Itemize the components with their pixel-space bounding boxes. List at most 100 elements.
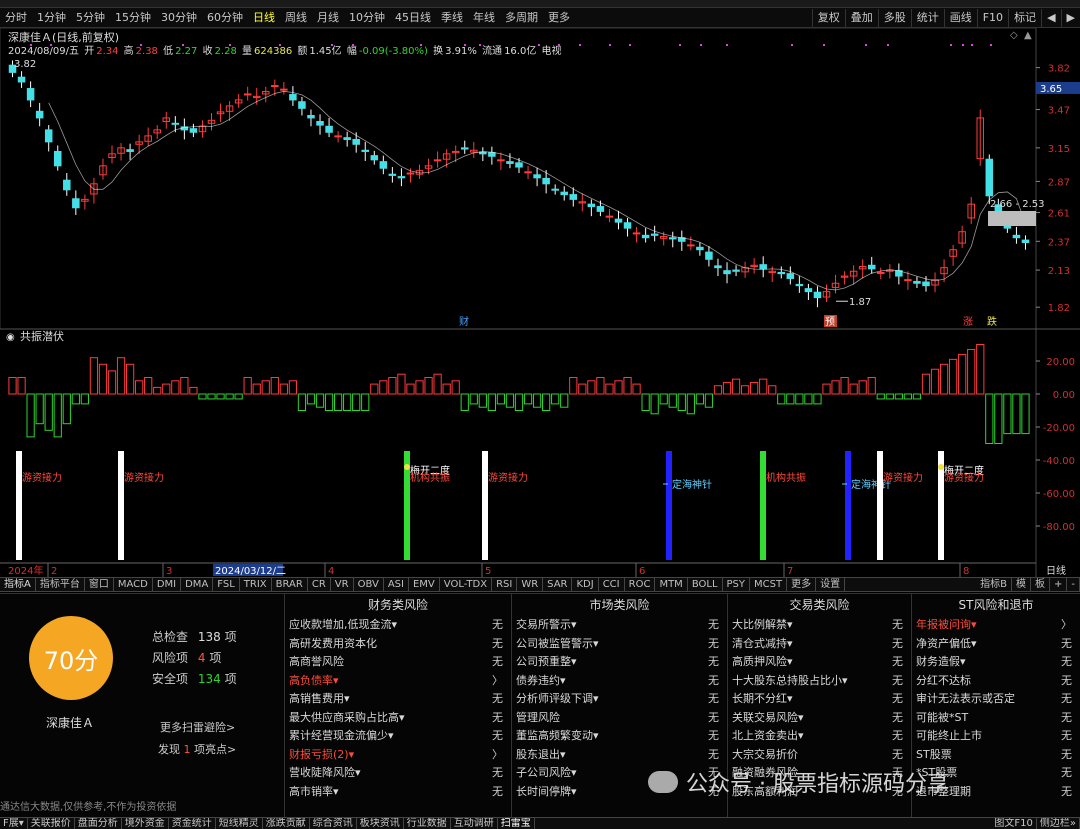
indicator-tab[interactable]: ASI: [384, 578, 409, 591]
pane-settings-icon[interactable]: ◇: [1010, 30, 1018, 41]
rise-event-tag[interactable]: 涨: [963, 316, 973, 328]
risk-item[interactable]: 交易所警示▾ 无: [512, 616, 727, 635]
indicator-tab[interactable]: EMV: [409, 578, 440, 591]
pane-collapse-icon[interactable]: ▲: [1024, 30, 1032, 41]
indicator-tab[interactable]: DMA: [181, 578, 214, 591]
candle-body: [614, 218, 623, 223]
oscillator-bar: [370, 383, 379, 395]
indicator-tab[interactable]: VOL-TDX: [440, 578, 493, 591]
risk-item[interactable]: 管理风险 无: [512, 709, 727, 728]
risk-item[interactable]: 累计经营现金流偏少▾ 无: [285, 727, 511, 746]
indicator-tab[interactable]: WR: [517, 578, 544, 591]
indicator-tab-control[interactable]: 模: [1012, 578, 1031, 591]
financial-event-tag[interactable]: 财: [459, 315, 469, 328]
risk-item[interactable]: 净资产偏低▾ 无: [912, 635, 1080, 654]
indicator-tab[interactable]: RSI: [492, 578, 518, 591]
risk-item[interactable]: 高质押风险▾ 无: [728, 653, 911, 672]
more-mine-clearing-link[interactable]: 更多扫雷避险>: [160, 719, 235, 735]
status-bar-button[interactable]: 行业数据: [404, 818, 451, 829]
indicator-tab[interactable]: OBV: [354, 578, 384, 591]
fall-event-tag[interactable]: 跌: [987, 315, 997, 328]
indicator-tab-control[interactable]: +: [1050, 578, 1068, 591]
risk-item[interactable]: 公司预重整▾ 无: [512, 653, 727, 672]
indicator-tab[interactable]: 窗口: [85, 578, 114, 591]
indicator-tab[interactable]: VR: [331, 578, 354, 591]
indicator-tab[interactable]: ROC: [625, 578, 656, 591]
status-bar-right-button[interactable]: 图文F10: [991, 818, 1037, 829]
highlights-link[interactable]: 发现 1 项亮点>: [158, 741, 236, 757]
status-bar-button[interactable]: F展▾: [0, 818, 28, 829]
indicator-tab[interactable]: MACD: [114, 578, 153, 591]
risk-item[interactable]: 股东退出▾ 无: [512, 746, 727, 765]
risk-item[interactable]: 长期不分红▾ 无: [728, 690, 911, 709]
status-bar-button[interactable]: 互动调研: [451, 818, 498, 829]
indicator-tab-control[interactable]: -: [1067, 578, 1080, 591]
indicator-tab[interactable]: PSY: [723, 578, 751, 591]
indicator-tab[interactable]: MTM: [655, 578, 688, 591]
risk-item[interactable]: ST股票 无: [912, 746, 1080, 765]
indicator-tab[interactable]: KDJ: [572, 578, 599, 591]
status-bar-button[interactable]: 盘面分析: [75, 818, 122, 829]
status-bar-button[interactable]: 短线精灵: [216, 818, 263, 829]
forecast-event-tag[interactable]: 预: [825, 316, 835, 328]
status-bar-button[interactable]: 涨跌贡献: [263, 818, 310, 829]
status-bar-button[interactable]: 关联报价: [28, 818, 75, 829]
indicator-tab[interactable]: SAR: [543, 578, 573, 591]
risk-item[interactable]: 审计无法表示或否定 无: [912, 690, 1080, 709]
candle-body: [243, 93, 252, 96]
indicator-tab[interactable]: 指标A: [0, 578, 36, 591]
risk-item[interactable]: 分析师评级下调▾ 无: [512, 690, 727, 709]
price-axis-label: 1.82: [1048, 303, 1070, 314]
risk-item[interactable]: 关联交易风险▾ 无: [728, 709, 911, 728]
status-bar-button[interactable]: 资金统计: [169, 818, 216, 829]
risk-item-label: 分析师评级下调▾: [516, 692, 599, 705]
indicator-tab-control[interactable]: 板: [1031, 578, 1050, 591]
kline-chart[interactable]: 3.82 3.47 3.15 2.87 2.61 2.37 2.13 1.82 3.65 ◇ ▲ 3…: [0, 0, 1080, 577]
risk-item[interactable]: 公司被监管警示▾ 无: [512, 635, 727, 654]
status-bar-button[interactable]: 板块资讯: [357, 818, 404, 829]
indicator-tab[interactable]: MCST: [750, 578, 788, 591]
risk-item[interactable]: 财报亏损(2)▾ 〉: [285, 746, 511, 765]
risk-item[interactable]: 大比例解禁▾ 无: [728, 616, 911, 635]
risk-item[interactable]: 董监高频繁变动▾ 无: [512, 727, 727, 746]
risk-item[interactable]: 可能被*ST 无: [912, 709, 1080, 728]
oscillator-bar: [514, 393, 524, 411]
status-bar-button[interactable]: 境外资金: [122, 818, 169, 829]
risk-item[interactable]: 财务造假▾ 无: [912, 653, 1080, 672]
indicator-tab[interactable]: DMI: [153, 578, 182, 591]
event-marker-dot: [182, 44, 184, 46]
risk-item[interactable]: 高销售费用▾ 无: [285, 690, 511, 709]
indicator-tab[interactable]: 更多: [787, 578, 817, 591]
risk-item[interactable]: 分红不达标 无: [912, 672, 1080, 691]
risk-item[interactable]: 最大供应商采购占比高▾ 无: [285, 709, 511, 728]
indicator-tab[interactable]: CCI: [599, 578, 625, 591]
indicator-tab-control[interactable]: 指标B: [976, 578, 1012, 591]
indicator-tab[interactable]: FSL: [213, 578, 240, 591]
price-axis-label: 2.87: [1048, 177, 1070, 188]
risk-item[interactable]: 大宗交易折价 无: [728, 746, 911, 765]
risk-item[interactable]: 年报被问询▾ 〉: [912, 616, 1080, 635]
indicator-tab[interactable]: 指标平台: [36, 578, 85, 591]
indicator-tab[interactable]: TRIX: [240, 578, 272, 591]
indicator-tab[interactable]: 设置: [816, 578, 846, 591]
risk-item[interactable]: 十大股东总持股占比小▾ 无: [728, 672, 911, 691]
risk-item[interactable]: 高市销率▾ 无: [285, 783, 511, 802]
risk-item[interactable]: 高负债率▾ 〉: [285, 672, 511, 691]
status-bar-right-button[interactable]: 侧边栏»: [1037, 818, 1080, 829]
risk-item[interactable]: 营收陡降风险▾ 无: [285, 764, 511, 783]
risk-item[interactable]: 可能终止上市 无: [912, 727, 1080, 746]
risk-item[interactable]: 债券违约▾ 无: [512, 672, 727, 691]
risk-item[interactable]: 应收款增加,低现金流▾ 无: [285, 616, 511, 635]
risk-item[interactable]: 清仓式减持▾ 无: [728, 635, 911, 654]
indicator-tab[interactable]: CR: [308, 578, 331, 591]
status-bar-button[interactable]: 扫雷宝: [498, 818, 535, 829]
risk-item[interactable]: 高研发费用资本化 无: [285, 635, 511, 654]
indicator-tab[interactable]: BOLL: [688, 578, 723, 591]
candle-body: [26, 88, 35, 101]
oscillator-bar: [840, 377, 849, 395]
risk-item[interactable]: 高商誉风险 无: [285, 653, 511, 672]
indicator-tab[interactable]: BRAR: [272, 578, 308, 591]
status-bar-button[interactable]: 综合资讯: [310, 818, 357, 829]
candle-body: [759, 264, 767, 270]
risk-item[interactable]: 北上资金卖出▾ 无: [728, 727, 911, 746]
